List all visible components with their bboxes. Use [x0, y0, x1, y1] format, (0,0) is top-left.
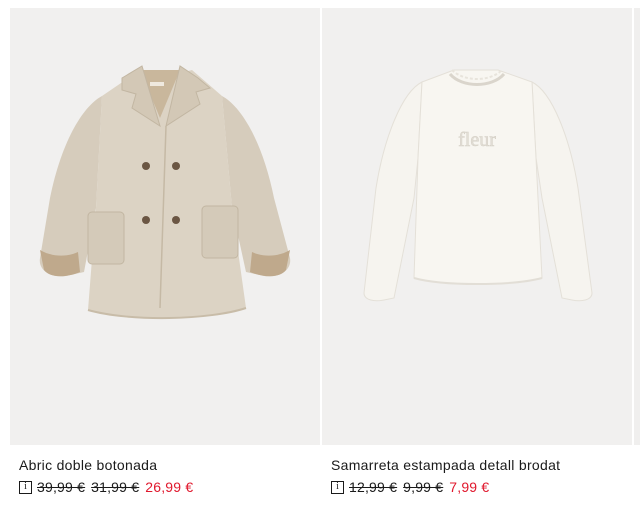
product-title[interactable]: Abric doble botonada: [19, 456, 320, 474]
product-info: Abric doble botonada i 39,99 € 31,99 € 2…: [10, 445, 320, 495]
previous-price: 31,99 €: [91, 479, 140, 495]
product-title[interactable]: Samarreta estampada detall brodat: [331, 456, 632, 474]
product-image[interactable]: fleur: [322, 8, 632, 445]
product-info: Samarreta estampada detall brodat i 12,9…: [322, 445, 632, 495]
info-icon[interactable]: i: [19, 480, 32, 494]
coat-image: [39, 65, 291, 320]
tshirt-image: fleur: [363, 69, 593, 302]
original-price: 12,99 €: [349, 479, 398, 495]
info-icon[interactable]: i: [331, 480, 344, 494]
shirt-print-text: fleur: [458, 129, 496, 151]
product-card[interactable]: Abric doble botonada i 39,99 € 31,99 € 2…: [10, 8, 320, 495]
product-grid: Abric doble botonada i 39,99 € 31,99 € 2…: [0, 0, 640, 529]
previous-price: 9,99 €: [403, 479, 444, 495]
next-product-image-edge[interactable]: [634, 8, 640, 445]
price-row: i 12,99 € 9,99 € 7,99 €: [331, 479, 632, 495]
sale-price: 7,99 €: [449, 479, 490, 495]
price-row: i 39,99 € 31,99 € 26,99 €: [19, 479, 320, 495]
product-image[interactable]: [10, 8, 320, 445]
original-price: 39,99 €: [37, 479, 86, 495]
sale-price: 26,99 €: [145, 479, 194, 495]
product-card[interactable]: fleur Samarreta estampada detall brodat …: [322, 8, 632, 495]
